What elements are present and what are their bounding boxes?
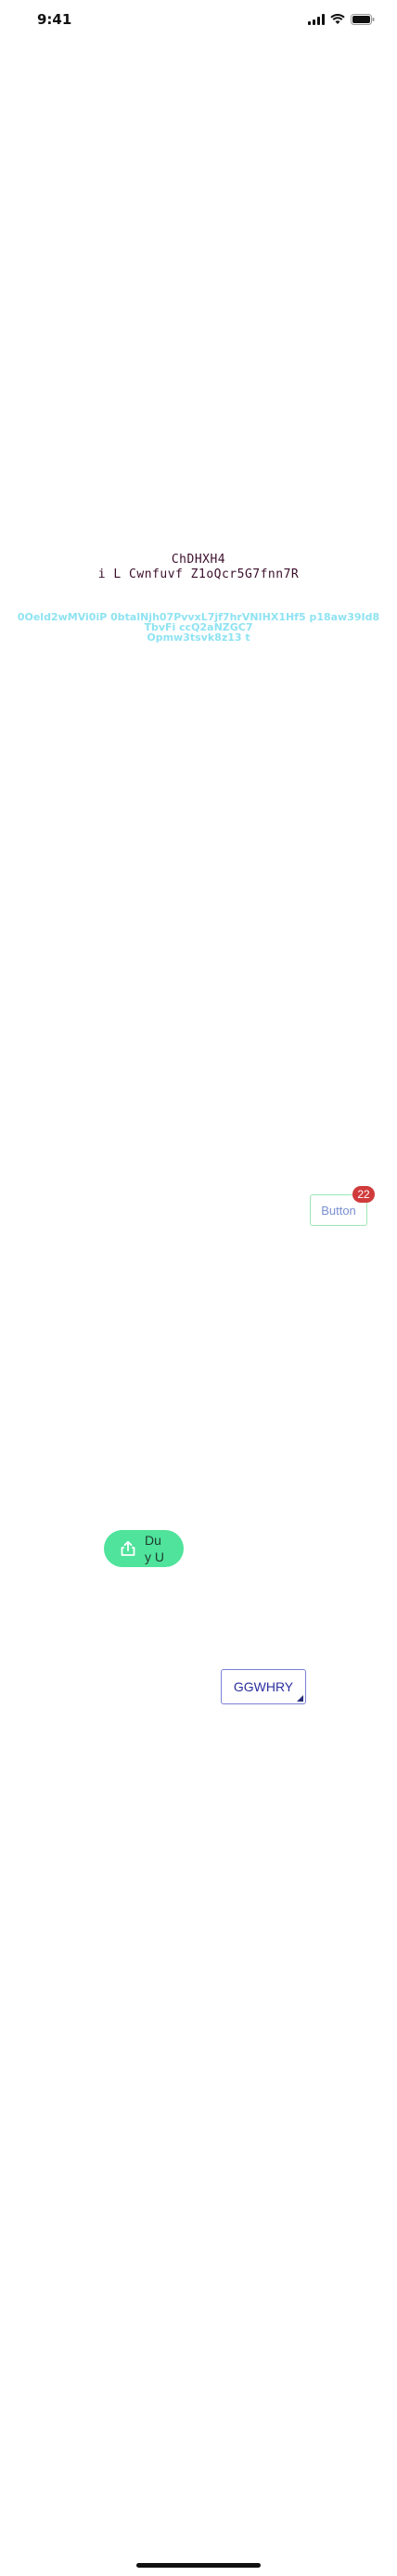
count-badge: 22 [352, 1186, 375, 1203]
pill-label-line-2: y U [145, 1549, 164, 1564]
battery-icon [351, 14, 375, 25]
outline-button-label: Button [321, 1203, 356, 1218]
title-line-2: i L Cwnfuvf Z1oQcr5G7fnn7R [97, 567, 300, 581]
title-text: ChDHXH4 i L Cwnfuvf Z1oQcr5G7fnn7R [0, 553, 397, 582]
status-icons [308, 14, 375, 25]
status-time: 9:41 [37, 11, 72, 28]
select-dropdown[interactable]: GGWHRY [221, 1669, 306, 1704]
cellular-signal-icon [308, 14, 325, 25]
subtitle-line-3: Opmw3tsvk8z13 t [147, 631, 250, 644]
select-value: GGWHRY [233, 1679, 294, 1694]
badge-button-group: Button 22 [310, 1186, 375, 1226]
home-indicator[interactable] [136, 2563, 261, 2568]
wifi-icon [330, 14, 345, 24]
share-icon [121, 1540, 135, 1556]
subtitle-text: 0Oeld2wMVi0iP 0btalNjh07PvvxL7jf7hrVNIHX… [13, 612, 384, 643]
pill-button-label: Du y U [145, 1532, 176, 1565]
title-line-1: ChDHXH4 [171, 553, 226, 567]
share-pill-button[interactable]: Du y U [104, 1530, 184, 1567]
resize-corner-icon [297, 1695, 303, 1702]
pill-label-line-1: Du [145, 1533, 161, 1548]
status-bar: 9:41 [0, 0, 397, 41]
